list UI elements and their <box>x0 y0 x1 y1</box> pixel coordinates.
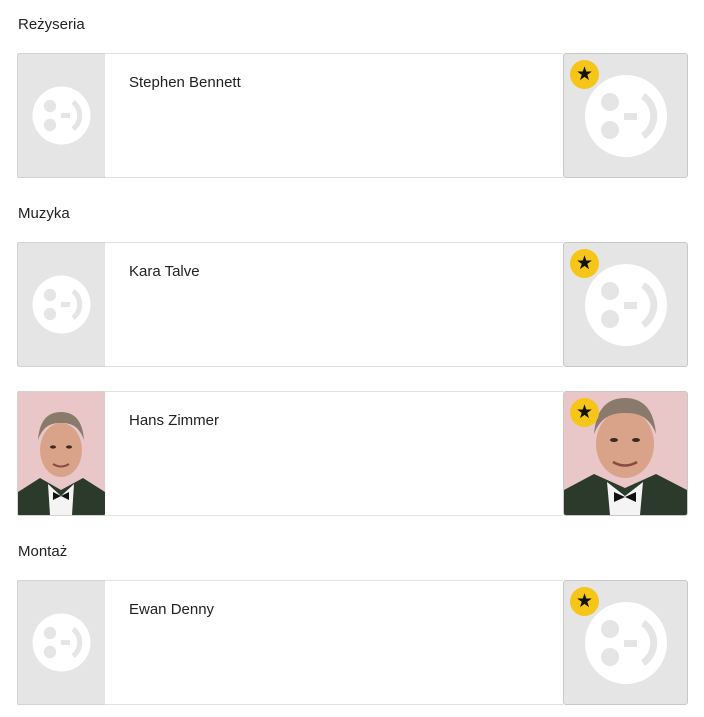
person-photo[interactable]: ★ <box>563 53 688 178</box>
person-thumbnail[interactable] <box>17 580 106 705</box>
person-card-ewan-denny[interactable]: Ewan Denny ★ <box>17 580 688 705</box>
person-name-link[interactable]: Kara Talve <box>129 263 200 280</box>
section-title-music: Muzyka <box>18 205 70 222</box>
person-info: Hans Zimmer <box>105 391 563 516</box>
person-name-link[interactable]: Ewan Denny <box>129 601 214 618</box>
section-title-editing: Montaż <box>18 543 68 560</box>
person-thumbnail[interactable] <box>17 391 106 516</box>
star-icon[interactable]: ★ <box>570 249 599 278</box>
person-info: Ewan Denny <box>105 580 563 705</box>
person-card-hans-zimmer[interactable]: Hans Zimmer ★ <box>17 391 688 516</box>
film-reel-placeholder-icon <box>32 275 91 334</box>
person-photo[interactable]: ★ <box>563 391 688 516</box>
person-info: Kara Talve <box>105 242 563 367</box>
person-thumbnail[interactable] <box>17 53 106 178</box>
portrait-photo <box>18 392 105 515</box>
person-photo[interactable]: ★ <box>563 580 688 705</box>
person-name-link[interactable]: Stephen Bennett <box>129 74 241 91</box>
section-title-directing: Reżyseria <box>18 16 85 33</box>
star-icon[interactable]: ★ <box>570 587 599 616</box>
star-icon[interactable]: ★ <box>570 60 599 89</box>
person-card-stephen-bennett[interactable]: Stephen Bennett ★ <box>17 53 688 178</box>
film-reel-placeholder-icon <box>32 86 91 145</box>
person-info: Stephen Bennett <box>105 53 563 178</box>
film-reel-placeholder-icon <box>32 613 91 672</box>
star-icon[interactable]: ★ <box>570 398 599 427</box>
person-name-link[interactable]: Hans Zimmer <box>129 412 219 429</box>
person-card-kara-talve[interactable]: Kara Talve ★ <box>17 242 688 367</box>
person-photo[interactable]: ★ <box>563 242 688 367</box>
person-thumbnail[interactable] <box>17 242 106 367</box>
